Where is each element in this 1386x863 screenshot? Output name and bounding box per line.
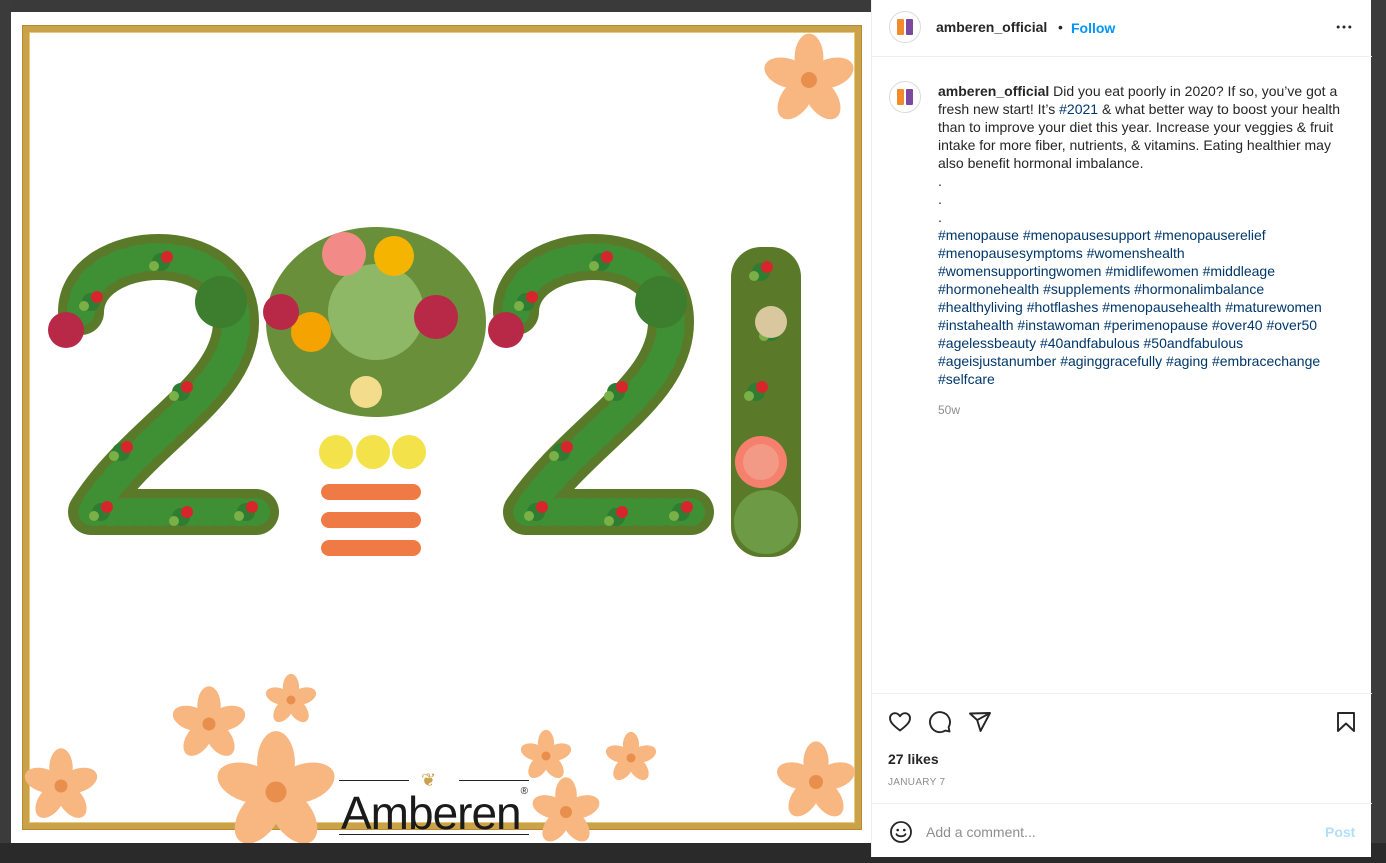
page-backdrop-right [1371, 0, 1386, 863]
hashtag-link[interactable]: #embracechange [1212, 353, 1320, 369]
flower-decoration-bottom-right-4 [773, 741, 859, 823]
flower-decoration-bottom-left-1 [169, 686, 249, 762]
logo-line-right [459, 780, 529, 781]
post-time-ago[interactable]: 50w [938, 403, 960, 417]
hashtag-link[interactable]: #midlifewomen [1105, 263, 1198, 279]
logo-line-left [339, 780, 409, 781]
flower-decoration-bottom-left-2 [263, 673, 319, 726]
header-username[interactable]: amberen_official [936, 19, 1047, 35]
heart-icon[interactable] [888, 710, 912, 734]
hashtag-link[interactable]: #selfcare [938, 371, 995, 387]
caption-avatar[interactable] [889, 81, 921, 113]
flower-decoration-bottom-right-2 [603, 731, 659, 784]
caption-section: amberen_official Did you eat poorly in 2… [872, 57, 1372, 693]
flower-decoration-bottom-right-3 [529, 777, 603, 843]
hashtag-link[interactable]: #supplements [1043, 281, 1130, 297]
avatar-product-purple [906, 89, 913, 105]
logo-underline [339, 834, 529, 835]
hashtag-link[interactable]: #middleage [1203, 263, 1275, 279]
bookmark-icon[interactable] [1334, 710, 1358, 734]
amberen-logo: ❦ Amberen® [329, 770, 539, 840]
hashtag-link[interactable]: #menopausehealth [1102, 299, 1221, 315]
hashtag-link[interactable]: #maturewomen [1225, 299, 1322, 315]
caption-dot: . [938, 209, 942, 225]
caption-dot: . [938, 191, 942, 207]
hashtag-link[interactable]: #aginggracefully [1060, 353, 1162, 369]
hashtag-link[interactable]: #womenshealth [1087, 245, 1185, 261]
avatar-product-orange [897, 89, 904, 105]
hashtag-list: #menopause #menopausesupport #menopauser… [938, 226, 1356, 388]
veggie-digit-1 [731, 247, 801, 557]
post-detail-panel: amberen_official • Follow amberen_offici… [871, 0, 1372, 857]
more-horizontal-icon[interactable] [1334, 17, 1354, 37]
post-date: JANUARY 7 [888, 777, 946, 788]
page-backdrop-left [0, 0, 11, 863]
hashtag-link[interactable]: #instawoman [1017, 317, 1100, 333]
post-header: amberen_official • Follow [872, 0, 1372, 57]
hashtag-link[interactable]: #aging [1166, 353, 1208, 369]
header-separator: • [1058, 19, 1063, 35]
hashtag-link[interactable]: #instahealth [938, 317, 1014, 333]
likes-count[interactable]: 27 likes [888, 751, 939, 767]
hashtag-link[interactable]: #ageisjustanumber [938, 353, 1056, 369]
emoji-icon[interactable] [889, 820, 913, 844]
hashtag-link[interactable]: #hormonehealth [938, 281, 1039, 297]
follow-button[interactable]: Follow [1071, 20, 1115, 36]
veggie-digit-2-right [488, 234, 714, 535]
hashtag-link[interactable]: #menopausesupport [1023, 227, 1151, 243]
comment-icon[interactable] [928, 710, 952, 734]
hashtag-link[interactable]: #menopauserelief [1154, 227, 1265, 243]
logo-wordmark: Amberen® [340, 786, 528, 839]
post-artwork [21, 33, 859, 843]
hashtag-link[interactable]: #over50 [1266, 317, 1317, 333]
post-comment-button[interactable]: Post [1325, 824, 1355, 840]
veggie-digit-0-bulb [263, 227, 486, 556]
hashtag-link[interactable]: #menopausesymptoms [938, 245, 1083, 261]
caption-text: amberen_official Did you eat poorly in 2… [938, 82, 1356, 388]
hashtag-link[interactable]: #agelessbeauty [938, 335, 1036, 351]
hashtag-link[interactable]: #40andfabulous [1040, 335, 1140, 351]
action-bar: 27 likes JANUARY 7 [872, 693, 1372, 803]
hashtag-link[interactable]: #hotflashes [1027, 299, 1099, 315]
comment-bar: Post [872, 803, 1372, 857]
hashtag-link[interactable]: #50andfabulous [1144, 335, 1244, 351]
caption-dot: . [938, 173, 942, 189]
caption-username[interactable]: amberen_official [938, 83, 1049, 99]
flower-decoration-bottom-left-3 [21, 748, 101, 824]
post-image[interactable]: ❦ Amberen® [11, 12, 871, 843]
hashtag-link[interactable]: #healthyliving [938, 299, 1023, 315]
avatar-product-purple [906, 19, 913, 35]
avatar[interactable] [889, 11, 921, 43]
hashtag-link[interactable]: #2021 [1059, 101, 1098, 117]
hashtag-link[interactable]: #womensupportingwomen [938, 263, 1101, 279]
hashtag-link[interactable]: #menopause [938, 227, 1019, 243]
share-icon[interactable] [968, 710, 992, 734]
hashtag-link[interactable]: #perimenopause [1104, 317, 1208, 333]
avatar-product-orange [897, 19, 904, 35]
veggie-digit-2-left [48, 234, 279, 535]
hashtag-link[interactable]: #hormonalimbalance [1134, 281, 1264, 297]
flower-decoration-top-right [760, 33, 858, 127]
hashtag-link[interactable]: #over40 [1212, 317, 1263, 333]
comment-input[interactable] [926, 820, 1306, 844]
caption-body: amberen_official Did you eat poorly in 2… [938, 82, 1356, 172]
